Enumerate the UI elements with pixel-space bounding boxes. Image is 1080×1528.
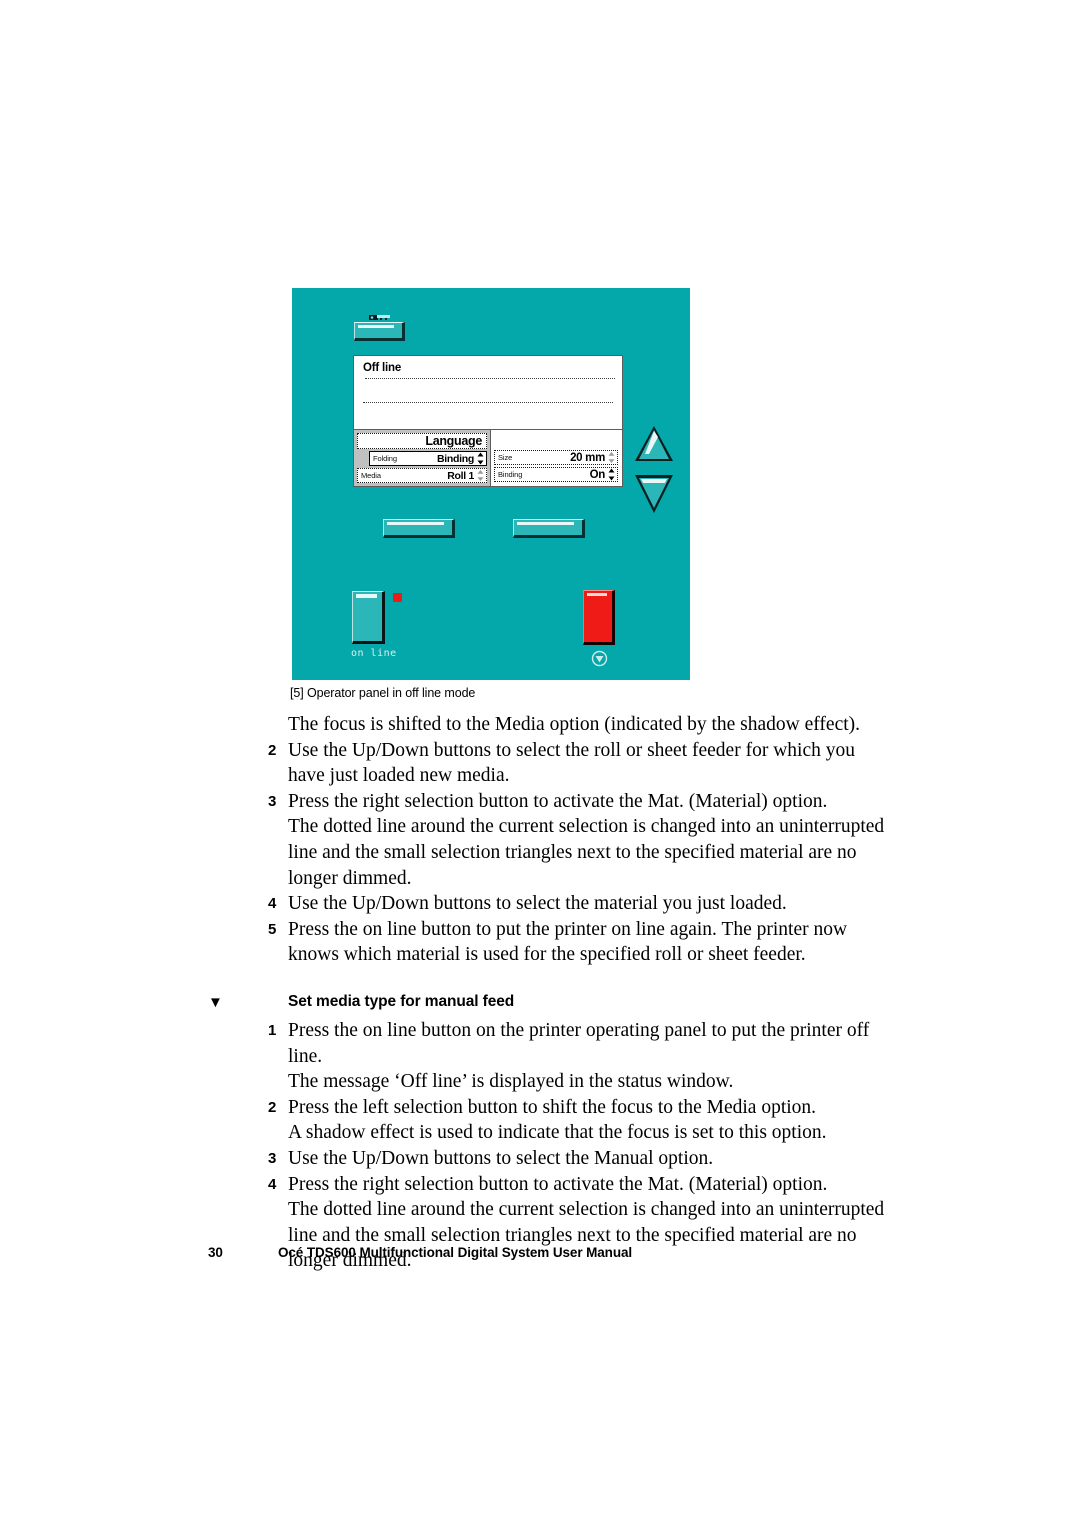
left-selection-button[interactable] xyxy=(383,519,455,538)
intro-paragraph: The focus is shifted to the Media option… xyxy=(0,712,1080,738)
menu-button[interactable] xyxy=(354,322,405,341)
list-item: 2 Press the left selection button to shi… xyxy=(0,1095,1080,1121)
step-number: 1 xyxy=(268,1021,277,1039)
spinner-up-down-icon[interactable] xyxy=(608,451,615,464)
step-text: Press the right selection button to acti… xyxy=(288,790,828,812)
on-line-button[interactable] xyxy=(352,591,385,644)
list-item: 1 Press the on line button on the printe… xyxy=(0,1018,1080,1069)
list-item: A shadow effect is used to indicate that… xyxy=(0,1120,1080,1146)
settings-area: Language Folding Binding Media Roll 1 Si… xyxy=(354,430,622,486)
page-content: The focus is shifted to the Media option… xyxy=(0,712,1080,1274)
step-text: The dotted line around the current selec… xyxy=(288,816,885,889)
right-blank-field xyxy=(494,433,618,448)
language-field[interactable]: Language xyxy=(357,433,487,449)
operator-panel-display: Off line Language Folding Binding Media … xyxy=(353,355,623,487)
list-item: 4 Press the right selection button to ac… xyxy=(0,1172,1080,1198)
step-number: 3 xyxy=(268,792,277,810)
status-message: Off line xyxy=(363,362,402,374)
settings-column-left: Language Folding Binding Media Roll 1 xyxy=(354,430,490,486)
on-line-button-label: on line xyxy=(351,648,397,659)
step-text: Press the on line button to put the prin… xyxy=(288,918,848,966)
status-divider-1 xyxy=(365,378,615,379)
size-label: Size xyxy=(498,453,513,462)
step-number: 4 xyxy=(268,895,277,913)
folding-field[interactable]: Folding Binding xyxy=(369,451,487,466)
step-text: Use the Up/Down buttons to select the Ma… xyxy=(288,1147,714,1169)
folding-label: Folding xyxy=(373,454,397,463)
list-item: 5 Press the on line button to put the pr… xyxy=(0,917,1080,968)
binding-label: Binding xyxy=(498,470,523,479)
status-divider-2 xyxy=(363,402,613,403)
right-selection-button[interactable] xyxy=(513,519,585,538)
binding-field[interactable]: Binding On xyxy=(494,467,618,482)
footer-title: Océ TDS600 Multifunctional Digital Syste… xyxy=(278,1245,633,1260)
spinner-up-down-icon[interactable] xyxy=(477,469,484,482)
key-icon xyxy=(369,315,390,320)
list-item: 3 Press the right selection button to ac… xyxy=(0,789,1080,815)
step-number: 3 xyxy=(268,1149,277,1167)
step-text: A shadow effect is used to indicate that… xyxy=(288,1122,827,1144)
list-item: 3 Use the Up/Down buttons to select the … xyxy=(0,1146,1080,1172)
media-value: Roll 1 xyxy=(447,469,474,482)
triangle-bullet-icon: ▼ xyxy=(208,993,223,1011)
page-number: 30 xyxy=(208,1245,223,1260)
size-value: 20 mm xyxy=(570,451,605,464)
figure-caption: [5] Operator panel in off line mode xyxy=(290,686,476,700)
step-number: 5 xyxy=(268,920,277,938)
stop-button[interactable] xyxy=(583,590,615,645)
step-text: The message ‘Off line’ is displayed in t… xyxy=(288,1071,734,1093)
step-number: 2 xyxy=(268,1098,277,1116)
page-footer: 30 Océ TDS600 Multifunctional Digital Sy… xyxy=(0,1245,1080,1265)
language-value: Language xyxy=(425,434,482,448)
spinner-up-down-icon[interactable] xyxy=(608,468,615,481)
section-heading: ▼ Set media type for manual feed xyxy=(0,993,1080,1011)
media-label: Media xyxy=(361,471,381,480)
step-text: Use the Up/Down buttons to select the ma… xyxy=(288,893,787,915)
folding-value: Binding xyxy=(437,452,474,465)
step-text: Press the left selection button to shift… xyxy=(288,1096,817,1118)
list-item: 4 Use the Up/Down buttons to select the … xyxy=(0,891,1080,917)
size-field[interactable]: Size 20 mm xyxy=(494,450,618,465)
spinner-up-down-icon[interactable] xyxy=(477,452,484,465)
list-item: 2 Use the Up/Down buttons to select the … xyxy=(0,738,1080,789)
step-number: 2 xyxy=(268,741,277,759)
step-text: Press the right selection button to acti… xyxy=(288,1173,828,1195)
step-number: 4 xyxy=(268,1175,277,1193)
list-item: The message ‘Off line’ is displayed in t… xyxy=(0,1069,1080,1095)
settings-column-right: Size 20 mm Binding On xyxy=(490,430,622,486)
stop-icon xyxy=(591,650,608,667)
on-line-led-indicator xyxy=(393,593,402,602)
section-title: Set media type for manual feed xyxy=(288,992,515,1010)
binding-value: On xyxy=(589,468,606,481)
step-text: Press the on line button on the printer … xyxy=(288,1019,870,1067)
triangle-down-icon xyxy=(635,475,673,513)
triangle-up-icon xyxy=(635,426,673,461)
up-down-arrow-buttons xyxy=(635,426,673,513)
intro-text: The focus is shifted to the Media option… xyxy=(288,714,861,735)
step-text: Use the Up/Down buttons to select the ro… xyxy=(288,739,855,787)
list-item: The dotted line around the current selec… xyxy=(0,814,1080,891)
status-window: Off line xyxy=(354,356,622,430)
media-field[interactable]: Media Roll 1 xyxy=(357,468,487,483)
